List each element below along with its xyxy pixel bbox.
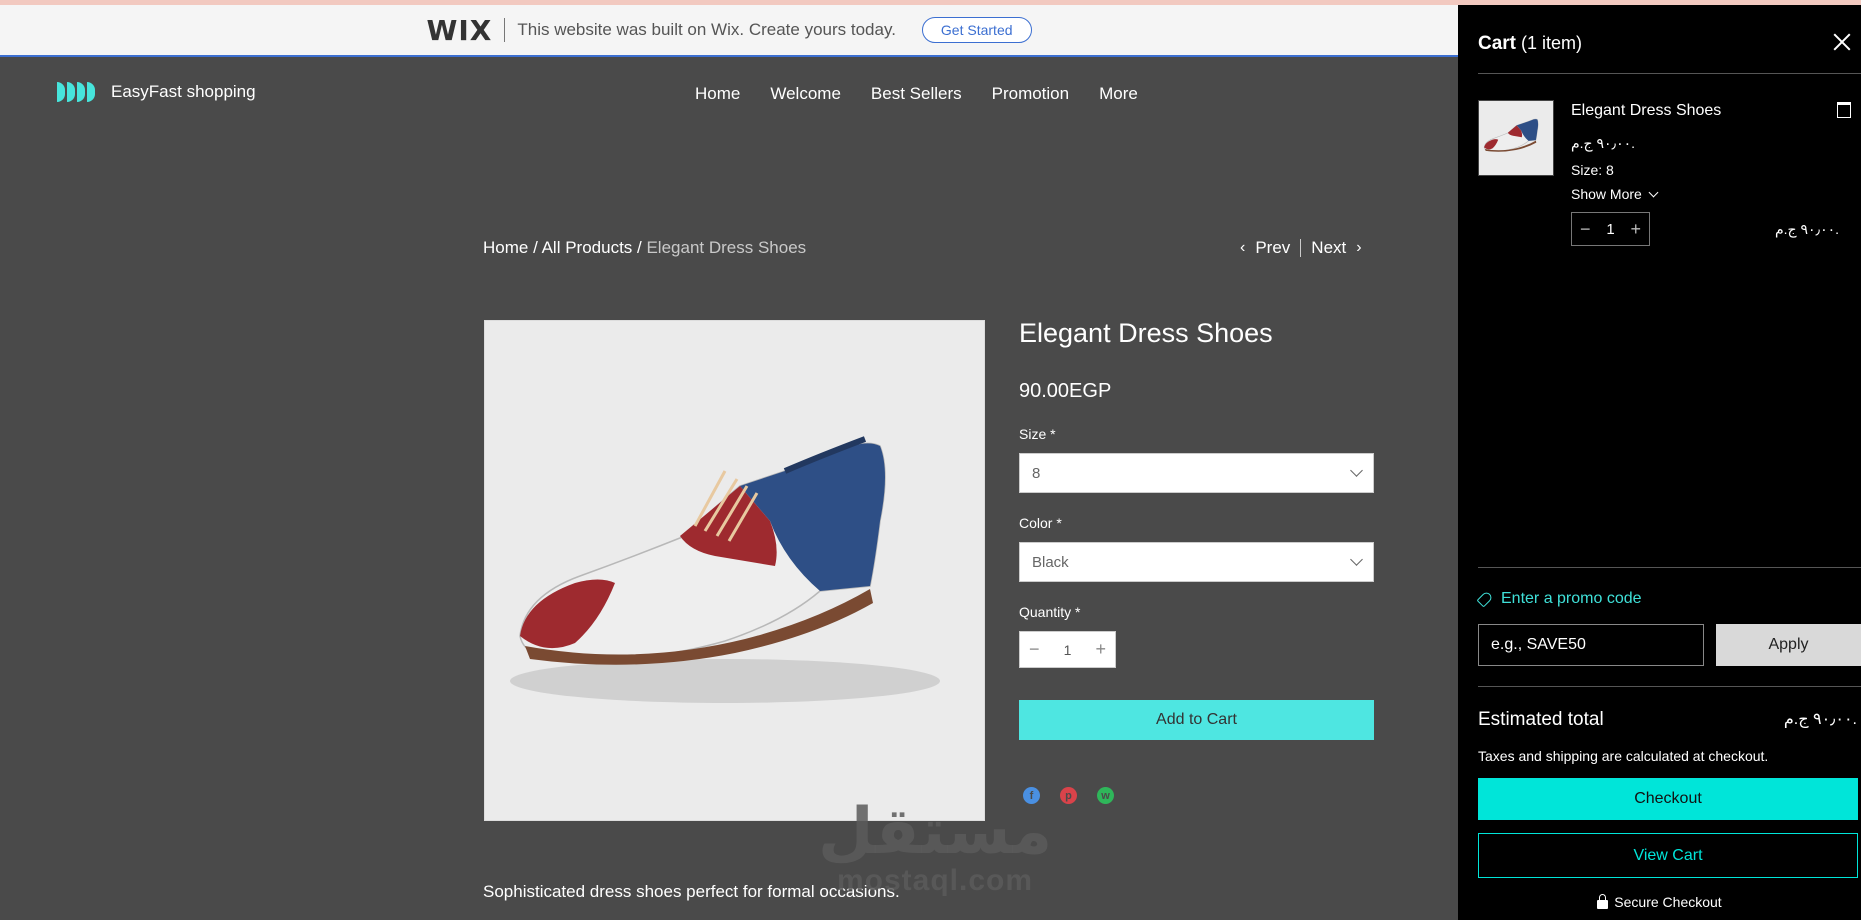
dress-shoe-thumbnail — [1483, 118, 1539, 152]
apply-button[interactable]: Apply — [1716, 624, 1861, 666]
product-image[interactable] — [484, 320, 985, 821]
wix-banner-text: This website was built on Wix. Create yo… — [517, 20, 896, 39]
product-pager: ‹ Prev Next › — [1240, 238, 1362, 258]
minus-icon[interactable]: − — [1029, 639, 1040, 660]
cart-title-text: Cart — [1478, 33, 1517, 54]
cart-item-count: (1 item) — [1521, 33, 1583, 53]
brand-logo-icon — [57, 82, 95, 102]
breadcrumb-current: Elegant Dress Shoes — [646, 238, 807, 257]
size-select[interactable]: 8 — [1019, 453, 1374, 493]
chevron-down-icon — [1648, 187, 1659, 197]
brand-name: EasyFast shopping — [111, 82, 256, 101]
nav-item-more[interactable]: More — [1099, 84, 1138, 104]
chevron-down-icon — [1350, 553, 1363, 566]
tag-icon — [1476, 590, 1494, 608]
promo-code-input[interactable]: e.g., SAVE50 — [1478, 624, 1704, 666]
cart-quantity-value[interactable]: 1 — [1606, 221, 1614, 238]
quantity-value[interactable]: 1 — [1064, 642, 1072, 658]
nav-item-home[interactable]: Home — [695, 84, 740, 104]
tax-note: Taxes and shipping are calculated at che… — [1478, 748, 1769, 764]
breadcrumb-separator: / — [528, 238, 542, 257]
cart-item-name[interactable]: Elegant Dress Shoes — [1571, 102, 1721, 120]
quantity-stepper: − 1 + — [1019, 631, 1116, 668]
product-title: Elegant Dress Shoes — [1019, 318, 1273, 348]
watermark-arabic: مستقل — [818, 795, 1053, 869]
add-to-cart-button[interactable]: Add to Cart — [1019, 700, 1374, 740]
watermark: مستقل mostaql.com — [818, 800, 1052, 898]
nav-item-promotion[interactable]: Promotion — [992, 84, 1069, 104]
breadcrumb-home[interactable]: Home — [483, 238, 528, 257]
dress-shoe-illustration — [510, 436, 940, 703]
cart-item-size: Size: 8 — [1571, 162, 1614, 178]
cart-title: Cart (1 item) — [1478, 33, 1582, 55]
plus-icon[interactable]: + — [1095, 639, 1106, 660]
close-icon[interactable] — [1833, 33, 1851, 51]
plus-icon[interactable]: + — [1630, 219, 1641, 240]
quantity-label: Quantity * — [1019, 604, 1081, 620]
cart-line-total: ٩٠٫٠٠ ج.م. — [1775, 221, 1839, 237]
promo-code-label: Enter a promo code — [1501, 590, 1642, 607]
chevron-right-icon[interactable]: › — [1356, 239, 1361, 257]
divider — [1478, 73, 1861, 74]
cart-item-price: ٩٠٫٠٠ ج.م. — [1571, 135, 1635, 151]
checkout-button[interactable]: Checkout — [1478, 778, 1858, 820]
estimated-total-label: Estimated total — [1478, 709, 1604, 730]
whatsapp-icon[interactable]: w — [1097, 787, 1114, 804]
secure-checkout-label: Secure Checkout — [1614, 894, 1722, 910]
lock-icon — [1597, 893, 1609, 909]
color-label: Color * — [1019, 515, 1062, 531]
divider — [1300, 239, 1302, 257]
view-cart-button[interactable]: View Cart — [1478, 833, 1858, 878]
show-more-toggle[interactable]: Show More — [1571, 186, 1659, 202]
chevron-left-icon[interactable]: ‹ — [1240, 239, 1245, 257]
trash-icon[interactable] — [1837, 102, 1851, 118]
product-price: 90.00EGP — [1019, 380, 1112, 402]
color-select[interactable]: Black — [1019, 542, 1374, 582]
watermark-latin: mostaql.com — [837, 864, 1034, 897]
minus-icon[interactable]: − — [1580, 219, 1591, 240]
nav-item-welcome[interactable]: Welcome — [770, 84, 841, 104]
show-more-label: Show More — [1571, 186, 1642, 202]
divider — [1478, 686, 1861, 687]
main-nav: Home Welcome Best Sellers Promotion More — [695, 84, 1138, 104]
wix-banner: WIX This website was built on Wix. Creat… — [0, 0, 1458, 57]
site-header: EasyFast shopping Home Welcome Best Sell… — [0, 57, 1458, 127]
next-link[interactable]: Next — [1311, 238, 1346, 258]
brand-logo[interactable]: EasyFast shopping — [57, 82, 256, 102]
size-label: Size * — [1019, 426, 1056, 442]
prev-link[interactable]: Prev — [1255, 238, 1290, 258]
secure-checkout: Secure Checkout — [1458, 893, 1861, 910]
cart-panel: Cart (1 item) Elegant Dress Shoes ٩٠٫٠٠ … — [1458, 0, 1861, 920]
color-select-value: Black — [1032, 553, 1069, 571]
estimated-total-value: ٩٠٫٠٠ ج.م. — [1783, 711, 1857, 728]
breadcrumb-all-products[interactable]: All Products — [542, 238, 633, 257]
pinterest-icon[interactable]: p — [1060, 787, 1077, 804]
nav-item-best-sellers[interactable]: Best Sellers — [871, 84, 962, 104]
divider — [504, 18, 506, 42]
promo-code-link[interactable]: Enter a promo code — [1476, 590, 1642, 608]
get-started-button[interactable]: Get Started — [921, 17, 1032, 43]
wix-logo: WIX — [426, 13, 493, 47]
breadcrumb: Home / All Products / Elegant Dress Shoe… — [483, 238, 806, 258]
cart-item-thumbnail[interactable] — [1478, 100, 1554, 176]
size-select-value: 8 — [1032, 464, 1041, 482]
breadcrumb-separator: / — [632, 238, 647, 257]
chevron-down-icon — [1350, 464, 1363, 477]
divider — [1478, 567, 1861, 568]
cart-quantity-stepper: − 1 + — [1571, 212, 1650, 246]
